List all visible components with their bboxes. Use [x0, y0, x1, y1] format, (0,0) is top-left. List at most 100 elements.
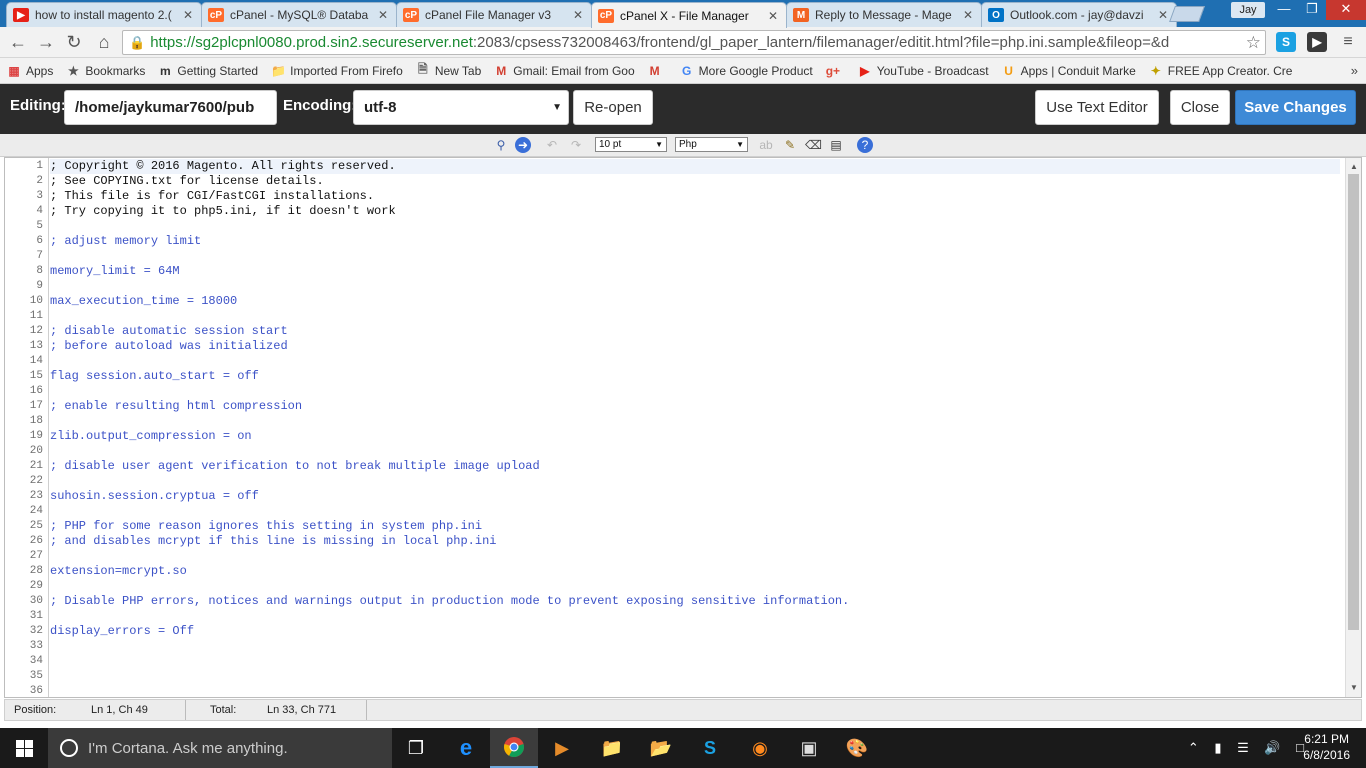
code-line[interactable]: memory_limit = 64M: [50, 264, 180, 279]
tab-close-icon[interactable]: ✕: [571, 8, 585, 22]
encoding-select[interactable]: utf-8 ▼: [353, 90, 569, 125]
extension-icon[interactable]: ▶: [1307, 32, 1327, 52]
code-area[interactable]: ; Copyright © 2016 Magento. All rights r…: [50, 158, 1345, 697]
file-path-field[interactable]: /home/jaykumar7600/pub: [64, 90, 277, 125]
tab[interactable]: cP cPanel X - File Manager ✕: [591, 2, 787, 28]
edge-icon[interactable]: e: [442, 728, 490, 768]
maximize-icon[interactable]: ❐: [1298, 0, 1326, 20]
folder-app-icon[interactable]: 📂: [637, 728, 685, 768]
scroll-down-icon[interactable]: ▼: [1346, 681, 1361, 695]
code-line[interactable]: ; PHP for some reason ignores this setti…: [50, 519, 482, 534]
code-line[interactable]: ; before autoload was initialized: [50, 339, 288, 354]
tab[interactable]: M Reply to Message - Mage ✕: [786, 2, 982, 27]
code-editor[interactable]: 1 2 3 4 5 6 7 8 9 10 11 12 13 14 15 16 17 18 19 20 21 22 23 24 2…: [4, 157, 1362, 698]
search-icon[interactable]: ⚲: [493, 137, 509, 153]
tab[interactable]: cP cPanel - MySQL® Databa ✕: [201, 2, 397, 27]
scrollbar-thumb[interactable]: [1348, 174, 1359, 630]
redo-icon[interactable]: ↷: [568, 137, 584, 153]
network-app-icon[interactable]: ▣: [785, 728, 833, 768]
save-changes-button[interactable]: Save Changes: [1235, 90, 1356, 125]
cpanel-icon: cP: [598, 8, 614, 23]
task-view-icon[interactable]: ❐: [392, 728, 440, 768]
code-line[interactable]: zlib.output_compression = on: [50, 429, 252, 444]
font-size-select[interactable]: 10 pt ▼: [595, 137, 667, 152]
media-player-icon[interactable]: ▶: [538, 728, 586, 768]
chrome-icon[interactable]: [490, 728, 538, 768]
code-line[interactable]: ; Copyright © 2016 Magento. All rights r…: [50, 159, 1340, 174]
home-icon[interactable]: ⌂: [92, 31, 116, 53]
code-line[interactable]: max_execution_time = 18000: [50, 294, 237, 309]
code-line[interactable]: suhosin.session.cryptua = off: [50, 489, 259, 504]
goto-line-icon[interactable]: ➜: [515, 137, 531, 153]
code-line[interactable]: ; enable resulting html compression: [50, 399, 302, 414]
skype-taskbar-icon[interactable]: S: [686, 728, 734, 768]
bookmark-item[interactable]: U Apps | Conduit Marke: [1002, 64, 1136, 78]
undo-icon[interactable]: ↶: [544, 137, 560, 153]
bookmark-item[interactable]: M Gmail: Email from Goo: [494, 64, 634, 78]
tab-close-icon[interactable]: ✕: [181, 8, 195, 22]
syntax-select[interactable]: Php ▼: [675, 137, 748, 152]
code-line[interactable]: extension=mcrypt.so: [50, 564, 187, 579]
fullscreen-icon[interactable]: ▤: [828, 137, 844, 153]
tab[interactable]: ▶ how to install magento 2.(✕: [6, 2, 202, 27]
line-number: 27: [29, 550, 43, 562]
code-line[interactable]: display_errors = Off: [50, 624, 194, 639]
vertical-scrollbar[interactable]: ▲ ▼: [1345, 158, 1361, 697]
reopen-button[interactable]: Re-open: [573, 90, 653, 125]
file-explorer-icon[interactable]: 📁: [588, 728, 636, 768]
code-line[interactable]: ; and disables mcrypt if this line is mi…: [50, 534, 496, 549]
m-icon: m: [160, 63, 171, 78]
gmail-icon: M: [649, 63, 660, 78]
bookmark-item[interactable]: G More Google Product: [680, 64, 813, 78]
forward-icon[interactable]: →: [34, 31, 58, 53]
bookmark-item[interactable]: g+: [826, 64, 845, 78]
code-line[interactable]: ; Disable PHP errors, notices and warnin…: [50, 594, 849, 609]
code-line[interactable]: ; Try copying it to php5.ini, if it does…: [50, 204, 396, 219]
clock[interactable]: 6:21 PM 6/8/2016: [1303, 731, 1350, 763]
minimize-icon[interactable]: —: [1270, 0, 1298, 20]
line-number: 7: [36, 250, 43, 262]
reload-icon[interactable]: ↻: [62, 31, 86, 53]
use-text-editor-button[interactable]: Use Text Editor: [1035, 90, 1159, 125]
highlight-icon[interactable]: ab: [758, 137, 774, 153]
bookmark-item[interactable]: ▦ Apps: [7, 64, 53, 78]
close-button[interactable]: Close: [1170, 90, 1230, 125]
code-line[interactable]: ; This file is for CGI/FastCGI installat…: [50, 189, 374, 204]
scroll-up-icon[interactable]: ▲: [1346, 160, 1361, 174]
more-bookmarks-icon[interactable]: »: [1351, 63, 1358, 78]
bookmark-item[interactable]: ✦ FREE App Creator. Cre: [1149, 64, 1293, 78]
bookmark-item[interactable]: M: [648, 64, 667, 78]
back-icon[interactable]: ←: [6, 31, 30, 53]
paint-icon[interactable]: 🎨: [833, 728, 881, 768]
bookmark-star-icon[interactable]: ☆: [1245, 33, 1261, 53]
code-line[interactable]: ; See COPYING.txt for license details.: [50, 174, 324, 189]
tab-close-icon[interactable]: ✕: [376, 8, 390, 22]
bookmark-item[interactable]: ★ Bookmarks: [66, 64, 145, 78]
tab[interactable]: cP cPanel File Manager v3 ✕: [396, 2, 592, 27]
skype-icon[interactable]: S: [1276, 32, 1296, 52]
bookmark-item[interactable]: m Getting Started: [158, 64, 258, 78]
code-line[interactable]: flag session.auto_start = off: [50, 369, 259, 384]
new-tab-button[interactable]: [1169, 6, 1205, 22]
bookmark-item[interactable]: ▶ YouTube - Broadcast: [858, 64, 988, 78]
bookmark-item[interactable]: 🗎 New Tab: [416, 60, 481, 81]
address-bar[interactable]: 🔒 https://sg2plcpnl0080.prod.sin2.secure…: [122, 30, 1266, 55]
profile-button[interactable]: Jay: [1231, 2, 1265, 18]
reset-highlight-icon[interactable]: ✎: [782, 137, 798, 153]
eraser-icon[interactable]: ⌫: [805, 137, 822, 153]
close-window-icon[interactable]: ✕: [1326, 0, 1366, 20]
bookmark-item[interactable]: 📁 Imported From Firefo: [271, 64, 403, 78]
system-tray[interactable]: ⌃ ▮ ☰ 🔊 □: [1188, 740, 1310, 756]
menu-icon[interactable]: ≡: [1336, 31, 1360, 53]
tab-close-icon[interactable]: ✕: [1156, 8, 1170, 22]
code-line[interactable]: ; disable user agent verification to not…: [50, 459, 540, 474]
start-button[interactable]: [0, 728, 48, 768]
code-line[interactable]: ; disable automatic session start: [50, 324, 288, 339]
cortana-search-box[interactable]: I'm Cortana. Ask me anything.: [48, 728, 392, 768]
tab[interactable]: O Outlook.com - jay@davzi ✕: [981, 2, 1177, 27]
firefox-icon[interactable]: ◉: [736, 728, 784, 768]
tab-close-icon[interactable]: ✕: [961, 8, 975, 22]
code-line[interactable]: ; adjust memory limit: [50, 234, 201, 249]
tab-close-icon[interactable]: ✕: [766, 9, 780, 23]
help-icon[interactable]: ?: [857, 137, 873, 153]
